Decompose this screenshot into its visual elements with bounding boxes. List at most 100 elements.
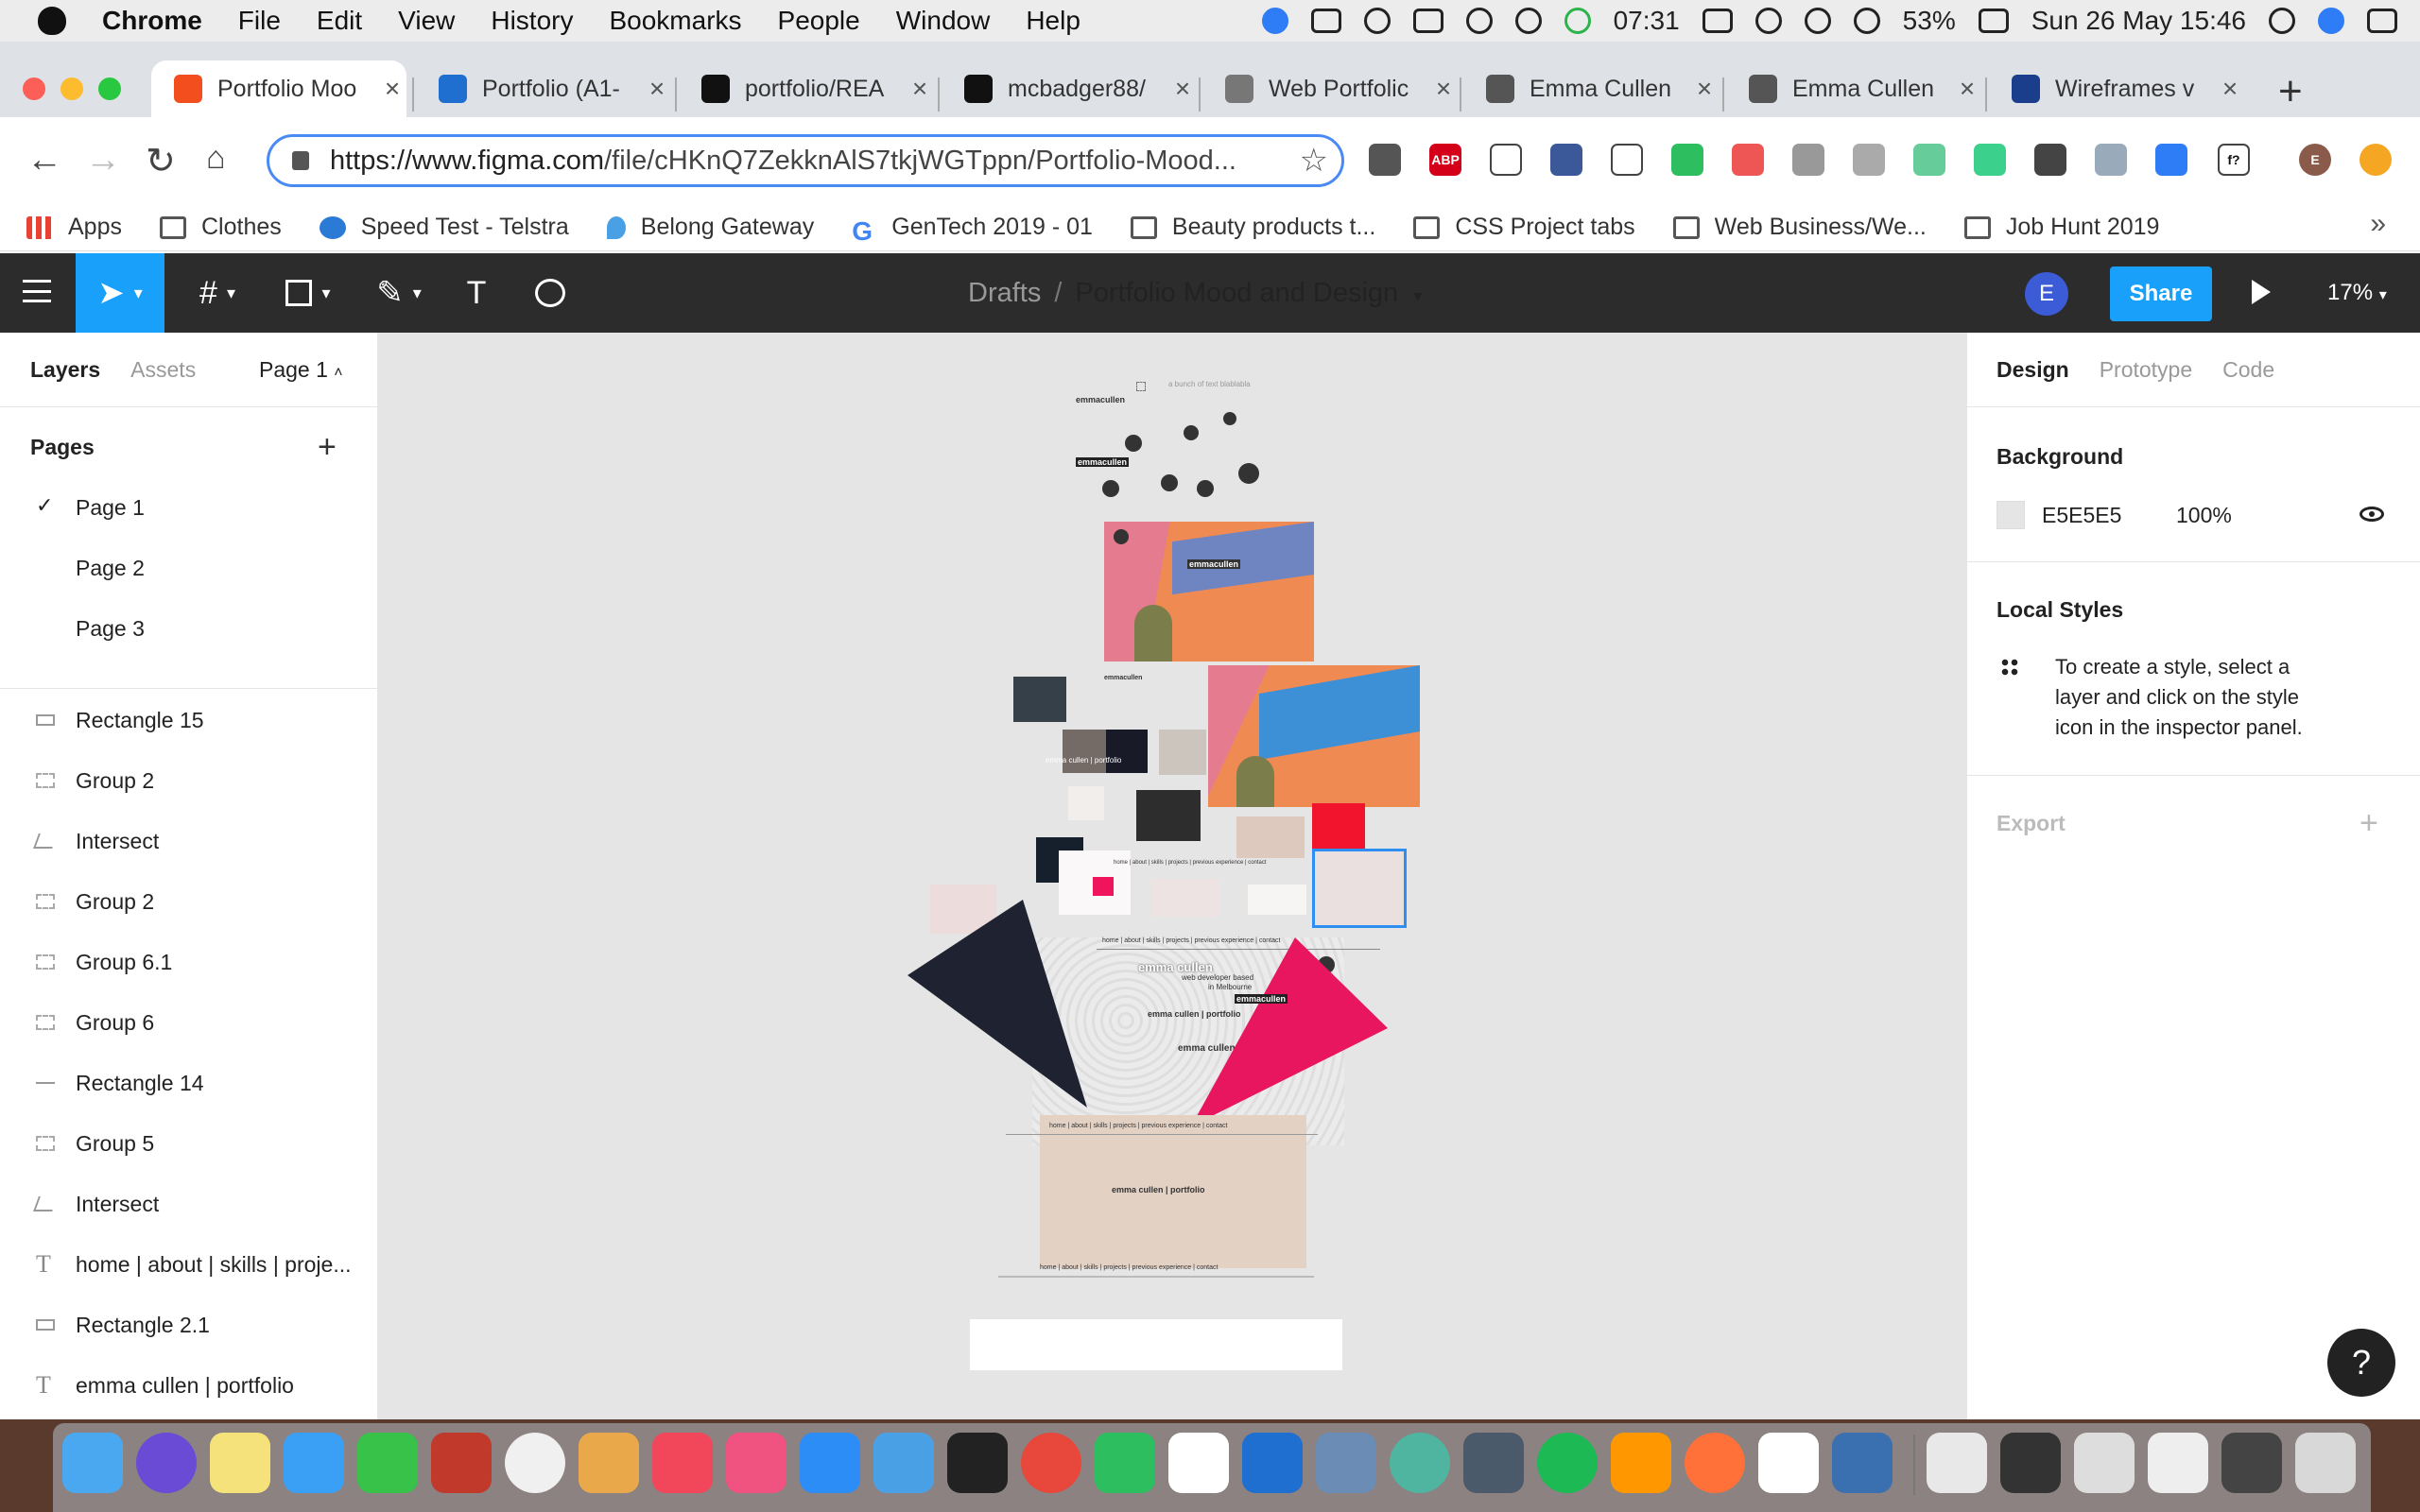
facetime-icon[interactable] <box>357 1433 418 1493</box>
canvas-social-dot[interactable] <box>1161 474 1178 491</box>
address-bar[interactable]: https://www.figma.com/file/cHKnQ7ZekknAl… <box>267 134 1344 187</box>
canvas-dark-triangle[interactable] <box>908 900 1097 1126</box>
bookmark-item[interactable]: Apps <box>26 214 122 241</box>
layer-row[interactable]: Intersect <box>0 1185 378 1223</box>
share-button[interactable]: Share <box>2110 266 2212 321</box>
chevron-down-icon[interactable]: ▾ <box>1413 286 1422 305</box>
tab-close-icon[interactable]: × <box>1953 74 1981 104</box>
rainbow-extension-icon[interactable] <box>1913 144 1945 176</box>
canvas-swatch-slate[interactable] <box>1013 677 1066 722</box>
do-not-disturb-icon[interactable] <box>1465 8 1493 34</box>
chrome-icon[interactable] <box>1021 1433 1081 1493</box>
canvas-swatch-blush[interactable] <box>1151 879 1219 917</box>
update-chrome-icon[interactable] <box>2360 144 2392 176</box>
frame-tool-button[interactable]: # ▾ <box>180 253 255 333</box>
spotlight-search-icon[interactable] <box>2269 8 2295 34</box>
design-canvas[interactable]: emmacullen a bunch of text blablabla emm… <box>378 333 1966 1419</box>
canvas-small-logo[interactable]: emmacullen <box>1104 675 1142 681</box>
bookmark-item[interactable]: CSS Project tabs <box>1413 214 1635 241</box>
browser-tab[interactable]: mcbadger88/ × <box>942 60 1197 117</box>
evernote-icon[interactable] <box>1095 1433 1155 1493</box>
bookmark-item[interactable]: Belong Gateway <box>606 214 814 241</box>
pdf-extension-icon[interactable] <box>1732 144 1764 176</box>
tab-prototype[interactable]: Prototype <box>2100 357 2192 383</box>
menu-window[interactable]: Window <box>896 6 991 36</box>
layer-row[interactable]: Group 2 <box>0 883 378 920</box>
tab-close-icon[interactable]: × <box>643 74 671 104</box>
page-selector[interactable]: Page 1 ˄ <box>259 357 343 383</box>
r-extension-icon[interactable] <box>2095 144 2127 176</box>
canvas-social-dot[interactable] <box>1114 529 1129 544</box>
tab-close-icon[interactable]: × <box>1429 74 1458 104</box>
canvas-pink-triangle[interactable] <box>1191 937 1399 1145</box>
lastpass-extension-icon[interactable] <box>1490 144 1522 176</box>
screen-share-icon[interactable] <box>1412 9 1443 33</box>
menu-view[interactable]: View <box>398 6 455 36</box>
window-thumb-icon[interactable] <box>2000 1433 2061 1493</box>
menu-file[interactable]: File <box>238 6 281 36</box>
preview-icon[interactable] <box>579 1433 639 1493</box>
timer-icon[interactable] <box>1564 8 1591 34</box>
canvas-logo-text[interactable]: emmacullen <box>1076 395 1125 404</box>
profile-avatar-icon[interactable]: E <box>2299 144 2331 176</box>
window-zoom-button[interactable] <box>98 77 121 100</box>
back-arrow-icon[interactable]: ← <box>26 140 62 180</box>
file-name[interactable]: Portfolio Mood and Design <box>1075 278 1398 308</box>
layer-row[interactable]: Thome | about | skills | proje... <box>0 1246 378 1283</box>
background-opacity-input[interactable]: 100% <box>2176 503 2232 528</box>
canvas-social-dot[interactable] <box>1125 435 1142 452</box>
tab-close-icon[interactable]: × <box>2216 74 2244 104</box>
canvas-nav-text[interactable]: home | about | skills | projects | previ… <box>1114 860 1267 866</box>
browser-tab[interactable]: portfolio/REA × <box>679 60 934 117</box>
canvas-swatch-beige[interactable] <box>1236 816 1305 858</box>
background-hex-input[interactable]: E5E5E5 <box>2042 503 2121 528</box>
menu-bookmarks[interactable]: Bookmarks <box>609 6 741 36</box>
battery-icon[interactable] <box>1978 9 2009 33</box>
layer-row[interactable]: Group 6.1 <box>0 943 378 981</box>
home-icon[interactable]: ⌂ <box>206 140 226 177</box>
canvas-social-dot[interactable] <box>1197 480 1214 497</box>
canvas-swatch-charcoal[interactable] <box>1136 790 1201 841</box>
window-thumb-icon[interactable] <box>2221 1433 2282 1493</box>
layer-row[interactable]: Temma cullen | portfolio <box>0 1366 378 1404</box>
canvas-selected-rectangle[interactable] <box>1312 849 1407 928</box>
tab-close-icon[interactable]: × <box>1690 74 1719 104</box>
app-store-icon[interactable] <box>800 1433 860 1493</box>
photo-booth-icon[interactable] <box>431 1433 492 1493</box>
canvas-nav-text[interactable]: home | about | skills | projects | previ… <box>1040 1264 1218 1271</box>
cloud-upload-icon[interactable] <box>1310 9 1341 33</box>
canvas-white-footer-rect[interactable] <box>970 1319 1342 1370</box>
window-thumb-icon[interactable] <box>2148 1433 2208 1493</box>
canvas-portfolio-title[interactable]: emma cullen | portfolio <box>1112 1185 1205 1194</box>
itunes-icon[interactable] <box>726 1433 786 1493</box>
photos-icon[interactable] <box>505 1433 565 1493</box>
new-tab-button[interactable]: + <box>2278 68 2303 115</box>
layer-row[interactable]: Group 2 <box>0 762 378 799</box>
adblock-plus-icon[interactable]: ABP <box>1429 144 1461 176</box>
canvas-swatch-label[interactable]: emma cullen | portfolio <box>1046 756 1121 765</box>
shazam-icon[interactable] <box>1261 8 1288 34</box>
canvas-social-dot[interactable] <box>1184 425 1199 440</box>
canvas-swatch-red[interactable] <box>1312 803 1365 849</box>
menu-edit[interactable]: Edit <box>317 6 362 36</box>
image-capture-icon[interactable] <box>1316 1433 1376 1493</box>
canvas-swatch-hot-pink[interactable] <box>1093 877 1114 896</box>
trash-icon[interactable] <box>2295 1433 2356 1493</box>
bookmark-item[interactable]: Beauty products t... <box>1130 214 1375 241</box>
eyedropper-icon[interactable] <box>2155 144 2187 176</box>
canvas-nav-text[interactable]: home | about | skills | projects | previ… <box>1049 1123 1227 1129</box>
facebook-extension-icon[interactable] <box>1550 144 1582 176</box>
airplay-icon[interactable] <box>1702 9 1733 33</box>
browser-tab[interactable]: Emma Cullen × <box>1726 60 1981 117</box>
page-item-2[interactable]: Page 2 <box>76 556 145 581</box>
browser-tab[interactable]: Emma Cullen × <box>1463 60 1719 117</box>
page-item-3[interactable]: Page 3 <box>76 616 145 642</box>
layer-row[interactable]: Group 5 <box>0 1125 378 1162</box>
canvas-swatch-stone[interactable] <box>1159 730 1206 775</box>
canvas-social-dot[interactable] <box>1102 480 1119 497</box>
tab-close-icon[interactable]: × <box>378 74 406 104</box>
canvas-nav-underline[interactable] <box>998 1276 1314 1278</box>
messages-icon[interactable] <box>284 1433 344 1493</box>
text-tool-button[interactable]: T <box>448 253 505 333</box>
browser-tab[interactable]: Portfolio Moo × <box>151 60 406 117</box>
